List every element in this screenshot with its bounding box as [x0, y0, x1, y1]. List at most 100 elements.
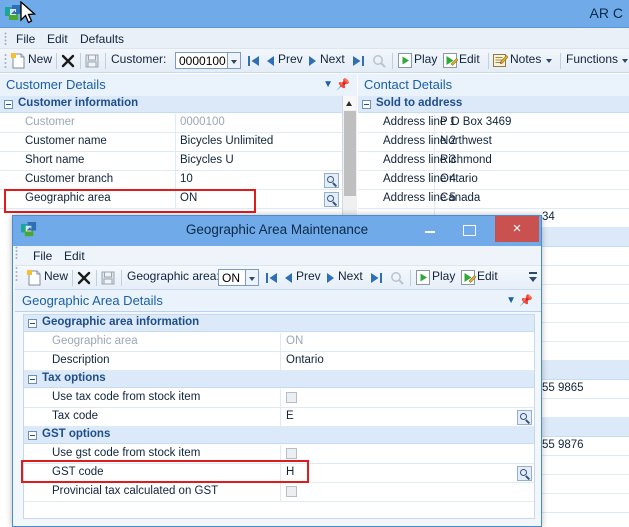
first-record-icon[interactable] [247, 54, 260, 68]
table-row[interactable]: Short name Bicycles U [0, 152, 357, 171]
table-row-gst-code[interactable]: GST code H [24, 464, 534, 483]
new-button-label[interactable]: New [28, 52, 52, 66]
new-document-icon[interactable] [11, 53, 26, 69]
dialog-close-button[interactable]: × [495, 216, 539, 242]
field-value: E [286, 410, 294, 422]
provincial-tax-checkbox[interactable] [286, 486, 297, 497]
edit-icon[interactable] [443, 53, 458, 68]
lookup-magnifier-icon[interactable] [324, 192, 339, 207]
first-record-icon[interactable] [265, 271, 278, 285]
play-button-label[interactable]: Play [414, 52, 437, 66]
group-customer-information[interactable]: Customer information [0, 96, 357, 113]
collapse-expander-icon[interactable] [4, 100, 13, 109]
cell-value-box[interactable] [175, 171, 342, 189]
collapse-expander-icon[interactable] [28, 319, 37, 328]
collapse-expander-icon[interactable] [28, 431, 37, 440]
lookup-magnifier-icon[interactable] [517, 410, 532, 425]
prev-record-icon[interactable] [284, 271, 293, 285]
geographic-area-input[interactable]: ON [218, 269, 246, 286]
notes-dropdown-arrow[interactable] [546, 59, 552, 63]
group-sold-to-address[interactable]: Sold to address [358, 96, 629, 113]
table-row[interactable]: Customer 0000100 [0, 114, 357, 133]
next-button-label[interactable]: Next [320, 52, 345, 66]
scroll-up-arrow[interactable] [343, 96, 356, 110]
customer-dropdown-arrow[interactable] [228, 52, 241, 69]
delete-x-icon[interactable] [77, 271, 91, 285]
customer-input[interactable]: 0000100 [175, 52, 228, 69]
use-gst-code-checkbox[interactable] [286, 448, 297, 459]
panel-pin-icon[interactable]: 📌 [519, 290, 533, 312]
dialog-titlebar[interactable]: Geographic Area Maintenance × [13, 216, 541, 246]
last-record-icon[interactable] [352, 54, 365, 68]
panel-dropdown-caret-icon[interactable]: ▼ [506, 290, 516, 312]
dialog-play-button-label[interactable]: Play [432, 269, 455, 283]
table-row[interactable]: Address line 5 Canada [358, 190, 629, 209]
table-row[interactable]: Address line 1 P O Box 3469 [358, 114, 629, 133]
functions-dropdown-arrow[interactable] [622, 59, 628, 63]
cell-value-box[interactable] [175, 190, 342, 208]
dialog-edit-button-label[interactable]: Edit [477, 269, 498, 283]
last-record-icon[interactable] [370, 271, 383, 285]
customer-panel-scrollbar[interactable] [342, 96, 357, 215]
prev-button-label[interactable]: Prev [278, 52, 303, 66]
field-value: Bicycles U [180, 154, 234, 166]
table-row[interactable]: Tax code E [24, 408, 534, 427]
panel-pin-icon[interactable]: 📌 [336, 74, 350, 96]
search-magnifier-icon [373, 55, 386, 68]
lookup-magnifier-icon[interactable] [324, 173, 339, 188]
table-row[interactable]: Use gst code from stock item [24, 445, 534, 464]
notes-button-label[interactable]: Notes [510, 52, 541, 66]
dialog-next-button-label[interactable]: Next [338, 269, 363, 283]
group-gst-options[interactable]: GST options [24, 427, 534, 444]
dialog-menu-file[interactable]: File [29, 248, 56, 264]
use-tax-code-checkbox[interactable] [286, 392, 297, 403]
dialog-prev-button-label[interactable]: Prev [296, 269, 321, 283]
play-icon[interactable] [416, 270, 430, 285]
toolbar-overflow-icon[interactable] [529, 272, 537, 284]
next-record-icon[interactable] [326, 271, 335, 285]
table-row-geographic-area[interactable]: Geographic area ON [0, 190, 357, 209]
edit-button-label[interactable]: Edit [459, 52, 480, 66]
cell-value-box[interactable] [280, 389, 534, 407]
cell-value-box[interactable] [280, 408, 534, 426]
collapse-expander-icon[interactable] [28, 375, 37, 384]
cell-value-box[interactable] [280, 483, 534, 501]
table-row[interactable]: Address line 2 Northwest [358, 133, 629, 152]
lookup-magnifier-icon[interactable] [517, 466, 532, 481]
menu-file[interactable]: File [12, 31, 39, 47]
dialog-maximize-button[interactable] [453, 216, 483, 242]
menu-defaults[interactable]: Defaults [76, 31, 128, 47]
cell-value-box[interactable] [280, 333, 534, 351]
table-row[interactable]: Address line 3 Richmond [358, 152, 629, 171]
table-row[interactable]: Geographic area ON [24, 333, 534, 352]
next-record-icon[interactable] [308, 54, 317, 68]
table-row[interactable]: Customer name Bicycles Unlimited [0, 133, 357, 152]
group-tax-options[interactable]: Tax options [24, 371, 534, 388]
edit-icon[interactable] [461, 270, 476, 285]
collapse-expander-icon[interactable] [362, 100, 371, 109]
panel-dropdown-caret-icon[interactable]: ▼ [323, 74, 333, 96]
dialog-minimize-button[interactable] [415, 216, 445, 242]
dialog-toolbar: New Geographic area: ON Prev Next Play E… [15, 266, 541, 290]
table-row[interactable]: Provincial tax calculated on GST [24, 483, 534, 502]
notes-icon[interactable] [493, 53, 508, 68]
group-geographic-area-information[interactable]: Geographic area information [24, 315, 534, 332]
dialog-menubar: File Edit [15, 246, 541, 266]
table-row[interactable]: Use tax code from stock item [24, 389, 534, 408]
dialog-new-button-label[interactable]: New [44, 269, 68, 283]
dialog-menu-edit[interactable]: Edit [60, 248, 89, 264]
table-row[interactable]: Description Ontario [24, 352, 534, 371]
cell-value-box[interactable] [280, 464, 534, 482]
scrollbar-thumb[interactable] [344, 111, 356, 196]
geographic-area-dropdown-arrow[interactable] [246, 269, 259, 286]
prev-record-icon[interactable] [266, 54, 275, 68]
play-icon[interactable] [398, 53, 412, 68]
functions-button-label[interactable]: Functions [566, 52, 618, 66]
cell-value-box[interactable] [280, 445, 534, 463]
new-document-icon[interactable] [27, 270, 42, 286]
delete-x-icon[interactable] [61, 54, 75, 68]
table-row[interactable]: Customer branch 10 [0, 171, 357, 190]
menu-edit[interactable]: Edit [43, 31, 72, 47]
table-row[interactable]: Address line 4 Ontario [358, 171, 629, 190]
mouse-pointer-icon [20, 1, 37, 24]
